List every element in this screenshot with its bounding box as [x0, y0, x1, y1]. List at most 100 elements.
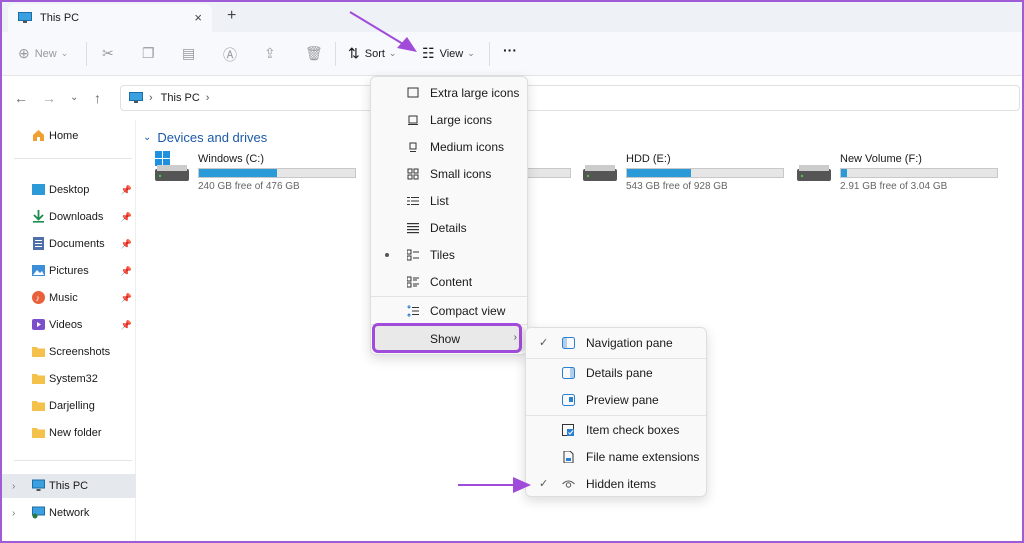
- view-button[interactable]: ☷ View ⌄: [422, 45, 475, 62]
- menu-item-compact-view[interactable]: Compact view: [375, 298, 525, 324]
- downloads-icon: [33, 210, 44, 223]
- list-view-icon: [407, 197, 419, 205]
- content-view-icon: [407, 276, 419, 288]
- back-arrow-icon[interactable]: ←: [14, 90, 28, 106]
- cut-button[interactable]: ✂: [102, 45, 119, 62]
- expand-chevron-icon[interactable]: ›: [12, 481, 15, 492]
- drive-free-space: 543 GB free of 928 GB: [626, 181, 728, 192]
- copy-button[interactable]: ❐: [142, 45, 160, 62]
- monitor-icon: [18, 12, 32, 23]
- menu-item-large-icons[interactable]: Large icons: [375, 107, 525, 133]
- menu-item-label: Compact view: [430, 304, 506, 318]
- pictures-icon: [32, 265, 45, 276]
- sidebar-item-darjelling[interactable]: Darjelling: [2, 394, 136, 418]
- breadcrumb-chevron-icon[interactable]: ›: [206, 92, 210, 104]
- sidebar-item-network[interactable]: › Network: [2, 501, 136, 525]
- details-view-icon: [407, 223, 419, 234]
- more-options-button[interactable]: ···: [503, 42, 517, 58]
- sidebar-item-label: Network: [49, 507, 90, 519]
- menu-item-label: Content: [430, 275, 473, 289]
- sidebar-item-screenshots[interactable]: Screenshots: [2, 340, 136, 364]
- sidebar-item-system32[interactable]: System32: [2, 367, 136, 391]
- paste-button[interactable]: ▤: [182, 45, 200, 62]
- folder-icon: [32, 374, 45, 384]
- delete-button[interactable]: 🗑: [305, 45, 328, 62]
- command-bar: ⊕ New ⌄ ✂ ❐ ▤ Ⓐ ⇪ 🗑 ⇅ Sort ⌄ ☷ View ⌄ ··…: [2, 32, 1022, 76]
- medium-icons-icon: [409, 142, 417, 152]
- drive-usage-fill: [199, 169, 277, 177]
- drive-usage-bar: [626, 168, 784, 178]
- address-bar[interactable]: › This PC ›: [120, 85, 1020, 111]
- forward-arrow-icon[interactable]: →: [42, 90, 56, 106]
- menu-item-extra-large-icons[interactable]: Extra large icons: [375, 80, 525, 106]
- toolbar-divider: [86, 42, 87, 66]
- submenu-item-preview-pane[interactable]: Preview pane: [530, 387, 704, 413]
- submenu-item-file-name-extensions[interactable]: File name extensions: [530, 444, 704, 470]
- sidebar-item-desktop[interactable]: Desktop 📌: [2, 178, 136, 202]
- compact-view-icon: [407, 305, 419, 317]
- pin-icon[interactable]: 📌: [121, 266, 132, 277]
- menu-item-details[interactable]: Details: [375, 215, 525, 241]
- sidebar-item-home[interactable]: Home: [2, 124, 136, 148]
- up-arrow-icon[interactable]: ↑: [94, 90, 101, 106]
- collapse-chevron-icon[interactable]: ⌄: [143, 132, 151, 143]
- menu-item-label: List: [430, 194, 449, 208]
- sidebar-item-documents[interactable]: Documents 📌: [2, 232, 136, 256]
- pin-icon[interactable]: 📌: [121, 185, 132, 196]
- pin-icon[interactable]: 📌: [121, 320, 132, 331]
- rename-button[interactable]: Ⓐ: [223, 45, 242, 65]
- sidebar-item-label: Home: [49, 130, 79, 142]
- pin-icon[interactable]: 📌: [121, 239, 132, 250]
- check-box-icon: [562, 424, 574, 436]
- menu-item-tiles[interactable]: Tiles: [375, 242, 525, 268]
- view-label: View: [439, 47, 464, 60]
- menu-item-medium-icons[interactable]: Medium icons: [375, 134, 525, 160]
- sidebar-item-new-folder[interactable]: New folder: [2, 421, 136, 445]
- sidebar-item-label: Music: [49, 292, 78, 304]
- navigation-pane: Home Desktop 📌 Downloads 📌 Documents 📌 P…: [2, 120, 136, 541]
- submenu-item-hidden-items[interactable]: ✓ Hidden items: [530, 471, 704, 497]
- tab-this-pc[interactable]: This PC ×: [8, 4, 212, 32]
- pin-icon[interactable]: 📌: [121, 293, 132, 304]
- drive-usage-bar: [198, 168, 356, 178]
- breadcrumb-chevron-icon[interactable]: ›: [149, 92, 153, 104]
- expand-chevron-icon[interactable]: ›: [12, 508, 15, 519]
- sidebar-item-music[interactable]: ♪ Music 📌: [2, 286, 136, 310]
- submenu-item-details-pane[interactable]: Details pane: [530, 360, 704, 386]
- submenu-item-item-check-boxes[interactable]: Item check boxes: [530, 417, 704, 443]
- submenu-item-navigation-pane[interactable]: ✓ Navigation pane: [530, 330, 704, 356]
- sidebar-item-this-pc[interactable]: › This PC: [2, 474, 136, 498]
- pin-icon[interactable]: 📌: [121, 212, 132, 223]
- section-devices-and-drives[interactable]: ⌄ Devices and drives: [143, 130, 267, 145]
- scissors-icon: ✂: [102, 45, 114, 61]
- sidebar-item-pictures[interactable]: Pictures 📌: [2, 259, 136, 283]
- toolbar-divider: [489, 42, 490, 66]
- sidebar-item-label: Darjelling: [49, 400, 95, 412]
- menu-item-label: Large icons: [430, 113, 493, 127]
- desktop-icon: [32, 184, 45, 195]
- sidebar-item-downloads[interactable]: Downloads 📌: [2, 205, 136, 229]
- rename-icon: Ⓐ: [223, 47, 237, 63]
- show-submenu: ✓ Navigation pane Details pane Preview p…: [525, 327, 707, 497]
- share-icon: ⇪: [264, 45, 276, 61]
- sidebar-item-videos[interactable]: Videos 📌: [2, 313, 136, 337]
- menu-item-small-icons[interactable]: Small icons: [375, 161, 525, 187]
- large-icons-icon: [408, 115, 418, 125]
- share-button[interactable]: ⇪: [264, 45, 281, 62]
- drive-c[interactable]: Windows (C:) 240 GB free of 476 GB: [155, 151, 365, 195]
- sidebar-item-label: Screenshots: [49, 346, 111, 358]
- new-tab-button[interactable]: +: [227, 7, 236, 25]
- menu-item-label: Medium icons: [430, 140, 505, 154]
- drive-e[interactable]: HDD (E:) 543 GB free of 928 GB: [583, 151, 793, 195]
- menu-item-label: Tiles: [430, 248, 455, 262]
- menu-item-content[interactable]: Content: [375, 269, 525, 295]
- chevron-down-icon: ⌄: [467, 48, 475, 58]
- recent-chevron-icon[interactable]: ⌄: [70, 92, 78, 103]
- annotation-arrow-icon: [458, 477, 531, 493]
- close-tab-icon[interactable]: ×: [194, 10, 202, 25]
- submenu-item-label: File name extensions: [586, 450, 700, 464]
- menu-item-list[interactable]: List: [375, 188, 525, 214]
- breadcrumb-this-pc[interactable]: This PC: [161, 92, 200, 104]
- drive-f[interactable]: New Volume (F:) 2.91 GB free of 3.04 GB: [797, 151, 1007, 195]
- new-button[interactable]: ⊕ New ⌄: [18, 45, 68, 62]
